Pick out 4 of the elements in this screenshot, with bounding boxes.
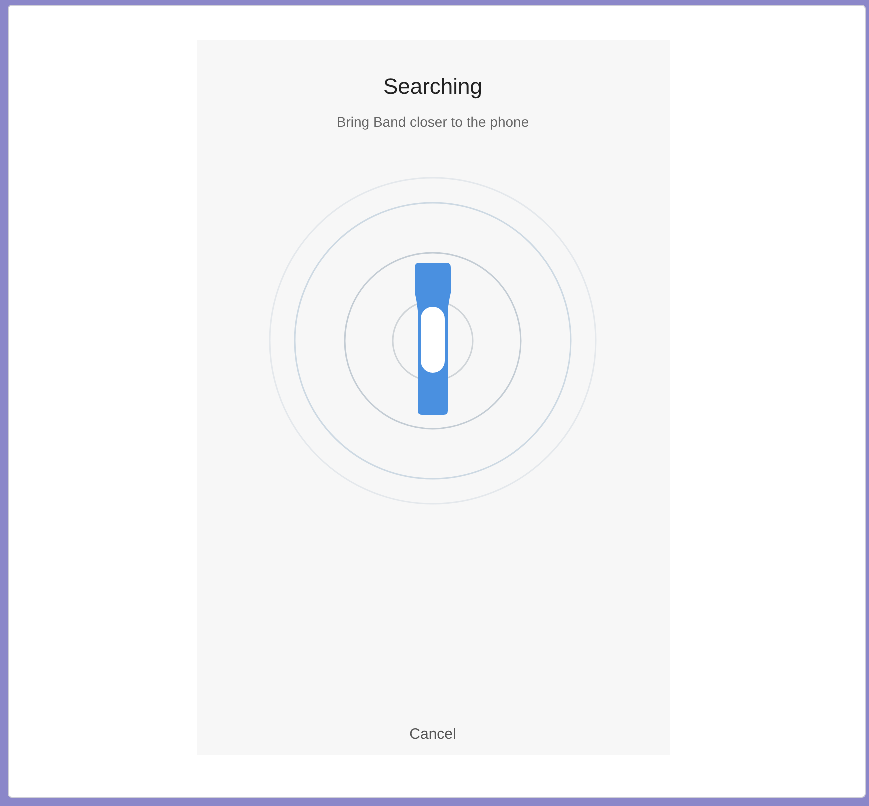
screen-subtitle: Bring Band closer to the phone: [336, 114, 530, 130]
screen-title: Searching: [383, 74, 483, 100]
fitness-band-icon: [413, 263, 453, 415]
cancel-button[interactable]: Cancel: [400, 722, 466, 747]
